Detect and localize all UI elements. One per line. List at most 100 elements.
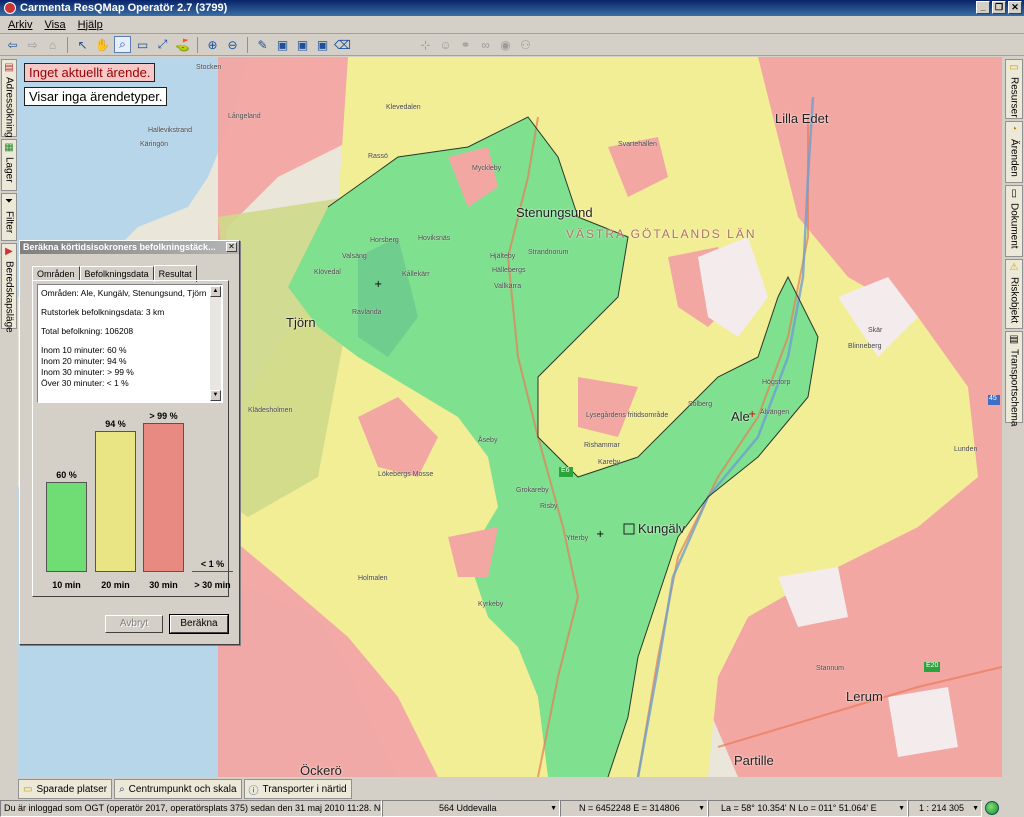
label-tjorn: Tjörn xyxy=(286,315,316,330)
road-e20-label: E20 xyxy=(926,662,939,669)
bottom-tab-strip: ▭ Sparade platser ⌕ Centrumpunkt och ska… xyxy=(18,779,352,799)
tab-sparade-platser[interactable]: ▭ Sparade platser xyxy=(18,779,113,799)
person-icon[interactable]: ☺ xyxy=(437,36,454,53)
status-area-select[interactable]: 564 Uddevalla ▼ xyxy=(382,800,560,817)
minimize-button[interactable]: _ xyxy=(976,1,990,14)
label-myckleby: Myckleby xyxy=(472,165,502,172)
draw-pen-icon[interactable]: ✎ xyxy=(254,36,271,53)
home-icon[interactable]: ⌂ xyxy=(44,36,61,53)
label-langeland: Långeland xyxy=(228,113,261,120)
status-bar: Du är inloggad som OGT (operatör 2017, o… xyxy=(0,800,1024,817)
label-alvangen: Älvängen xyxy=(760,409,790,416)
window-title: Carmenta ResQMap Operatör 2.7 (3799) xyxy=(20,2,228,14)
scroll-down-icon[interactable]: ▼ xyxy=(210,390,221,401)
bar-value-label: 94 % xyxy=(105,419,126,429)
label-county: VÄSTRA GÖTALANDS LÄN xyxy=(566,227,757,241)
dropdown-arrow-icon: ▼ xyxy=(698,805,705,812)
notice-no-case-types: Visar inga ärendetyper. xyxy=(24,87,168,106)
left-tab-strip: ▤ Adressökning ▦ Lager ⏷ Filter ▶ Bereds… xyxy=(0,57,18,777)
label-karingon: Käringön xyxy=(140,141,169,148)
cancel-button[interactable]: Avbryt xyxy=(105,615,163,633)
group-icon[interactable]: ⚇ xyxy=(517,36,534,53)
pan-hand-icon[interactable]: ✋ xyxy=(94,36,111,53)
label-ytterby: Ytterby xyxy=(566,535,589,542)
restore-button[interactable]: ❐ xyxy=(992,1,1006,14)
label-horsberg: Horsberg xyxy=(370,237,399,244)
scroll-up-icon[interactable]: ▲ xyxy=(210,286,221,297)
layer-two-icon[interactable]: ▣ xyxy=(294,36,311,53)
tab-dokument[interactable]: ▯ Dokument xyxy=(1005,185,1023,257)
back-arrow-icon[interactable]: ⇦ xyxy=(4,36,21,53)
isochrone-dialog: Beräkna körtidsisokroners befolkningstäc… xyxy=(19,240,240,645)
label-kyrkeby: Kyrkeby xyxy=(478,601,504,608)
svg-text:+: + xyxy=(374,279,382,290)
label-ravlanda: Ravlanda xyxy=(352,309,382,316)
label-kareby: Kareby xyxy=(598,459,621,466)
coverage-bar-chart: 60 % 10 min 94 % 20 min > 99 % 30 min < 1 % > 3… xyxy=(37,406,233,594)
status-login: Du är inloggad som OGT (operatör 2017, o… xyxy=(0,800,382,817)
tab-lager[interactable]: ▦ Lager xyxy=(1,139,17,191)
zoom-out-icon[interactable]: ⊖ xyxy=(224,36,241,53)
result-textbox[interactable]: Områden: Ale, Kungälv, Stenungsund, Tjör… xyxy=(37,284,223,403)
label-ockero: Öckerö xyxy=(300,763,342,777)
dialog-close-button[interactable]: ✕ xyxy=(226,242,237,252)
dialog-tabs: Områden Befolkningsdata Resultat xyxy=(32,264,197,282)
label-ale: Ale xyxy=(731,409,750,424)
menu-bar: Arkiv Visa Hjälp xyxy=(0,16,1024,34)
tab-transporter[interactable]: ⓘ Transporter i närtid xyxy=(243,779,352,799)
document-icon: ▯ xyxy=(1011,188,1017,199)
result-line: Över 30 minuter: < 1 % xyxy=(41,378,129,388)
link-icon[interactable]: ⚭ xyxy=(457,36,474,53)
bar-value-label: 60 % xyxy=(56,470,77,480)
warning-triangle-icon: ⚠ xyxy=(1009,262,1019,273)
saved-places-icon: ▭ xyxy=(23,783,33,795)
radio-icon[interactable]: ◉ xyxy=(497,36,514,53)
label-partille: Partille xyxy=(734,753,774,768)
label-strandnorum: Strandnorum xyxy=(528,249,569,256)
tab-transportschema[interactable]: ▤ Transportschema xyxy=(1005,331,1023,426)
bar-category-label: 30 min xyxy=(149,580,178,590)
track-resource-icon[interactable]: ⊹ xyxy=(417,36,434,53)
tab-centrumpunkt[interactable]: ⌕ Centrumpunkt och skala xyxy=(114,779,242,799)
compute-button[interactable]: Beräkna xyxy=(169,614,229,634)
tab-filter[interactable]: ⏷ Filter xyxy=(1,193,17,241)
road-45-label: 45 xyxy=(989,395,997,402)
forward-arrow-icon[interactable]: ⇨ xyxy=(24,36,41,53)
bar-2 xyxy=(143,423,184,572)
layer-one-icon[interactable]: ▣ xyxy=(274,36,291,53)
tab-riskobjekt[interactable]: ⚠ Riskobjekt xyxy=(1005,259,1023,329)
tab-arenden[interactable]: ◔ Ärenden xyxy=(1005,121,1023,183)
result-scrollbar[interactable]: ▲ ▼ xyxy=(210,286,221,401)
select-pointer-icon[interactable]: ↖ xyxy=(74,36,91,53)
measure-line-icon[interactable]: ⤢ xyxy=(154,36,171,53)
zoom-in-icon[interactable]: ⊕ xyxy=(204,36,221,53)
status-northing-select[interactable]: N = 6452248 E = 314806 ▼ xyxy=(560,800,708,817)
result-line: Inom 10 minuter: 60 % xyxy=(41,345,127,355)
bar-category-label: > 30 min xyxy=(194,580,231,590)
menu-hjalp[interactable]: Hjälp xyxy=(78,19,103,31)
menu-arkiv[interactable]: Arkiv xyxy=(8,19,32,31)
status-scale-select[interactable]: 1 : 214 305 ▼ xyxy=(908,800,982,817)
svg-text:+: + xyxy=(596,529,604,540)
status-latlon-select[interactable]: La = 58° 10.354' N Lo = 011° 51.064' E ▼ xyxy=(708,800,908,817)
zoom-window-icon[interactable]: ⌕ xyxy=(114,36,131,53)
menu-visa[interactable]: Visa xyxy=(44,19,65,31)
eraser-icon[interactable]: ⌫ xyxy=(334,36,351,53)
go-to-icon[interactable]: ⛳ xyxy=(174,36,191,53)
label-vallkarra: Vallkärra xyxy=(494,283,522,290)
tab-beredskapslage[interactable]: ▶ Beredskapsläge xyxy=(1,243,17,333)
tab-resurser[interactable]: ▭ Resurser xyxy=(1005,59,1023,119)
chain-icon[interactable]: ∞ xyxy=(477,36,494,53)
address-book-icon: ▤ xyxy=(4,62,14,73)
layer-three-icon[interactable]: ▣ xyxy=(314,36,331,53)
result-line: Total befolkning: 106208 xyxy=(41,326,134,336)
tab-befolkningsdata[interactable]: Befolkningsdata xyxy=(79,266,154,281)
tab-adressokning[interactable]: ▤ Adressökning xyxy=(1,59,17,138)
label-klovedal: Klövedal xyxy=(314,269,341,276)
gps-status-icon xyxy=(985,801,999,815)
label-stannum: Stannum xyxy=(816,665,845,672)
measure-ruler-icon[interactable]: ▭ xyxy=(134,36,151,53)
tab-omraden[interactable]: Områden xyxy=(32,266,80,281)
preparedness-icon: ▶ xyxy=(5,246,13,257)
close-button[interactable]: ✕ xyxy=(1008,1,1022,14)
